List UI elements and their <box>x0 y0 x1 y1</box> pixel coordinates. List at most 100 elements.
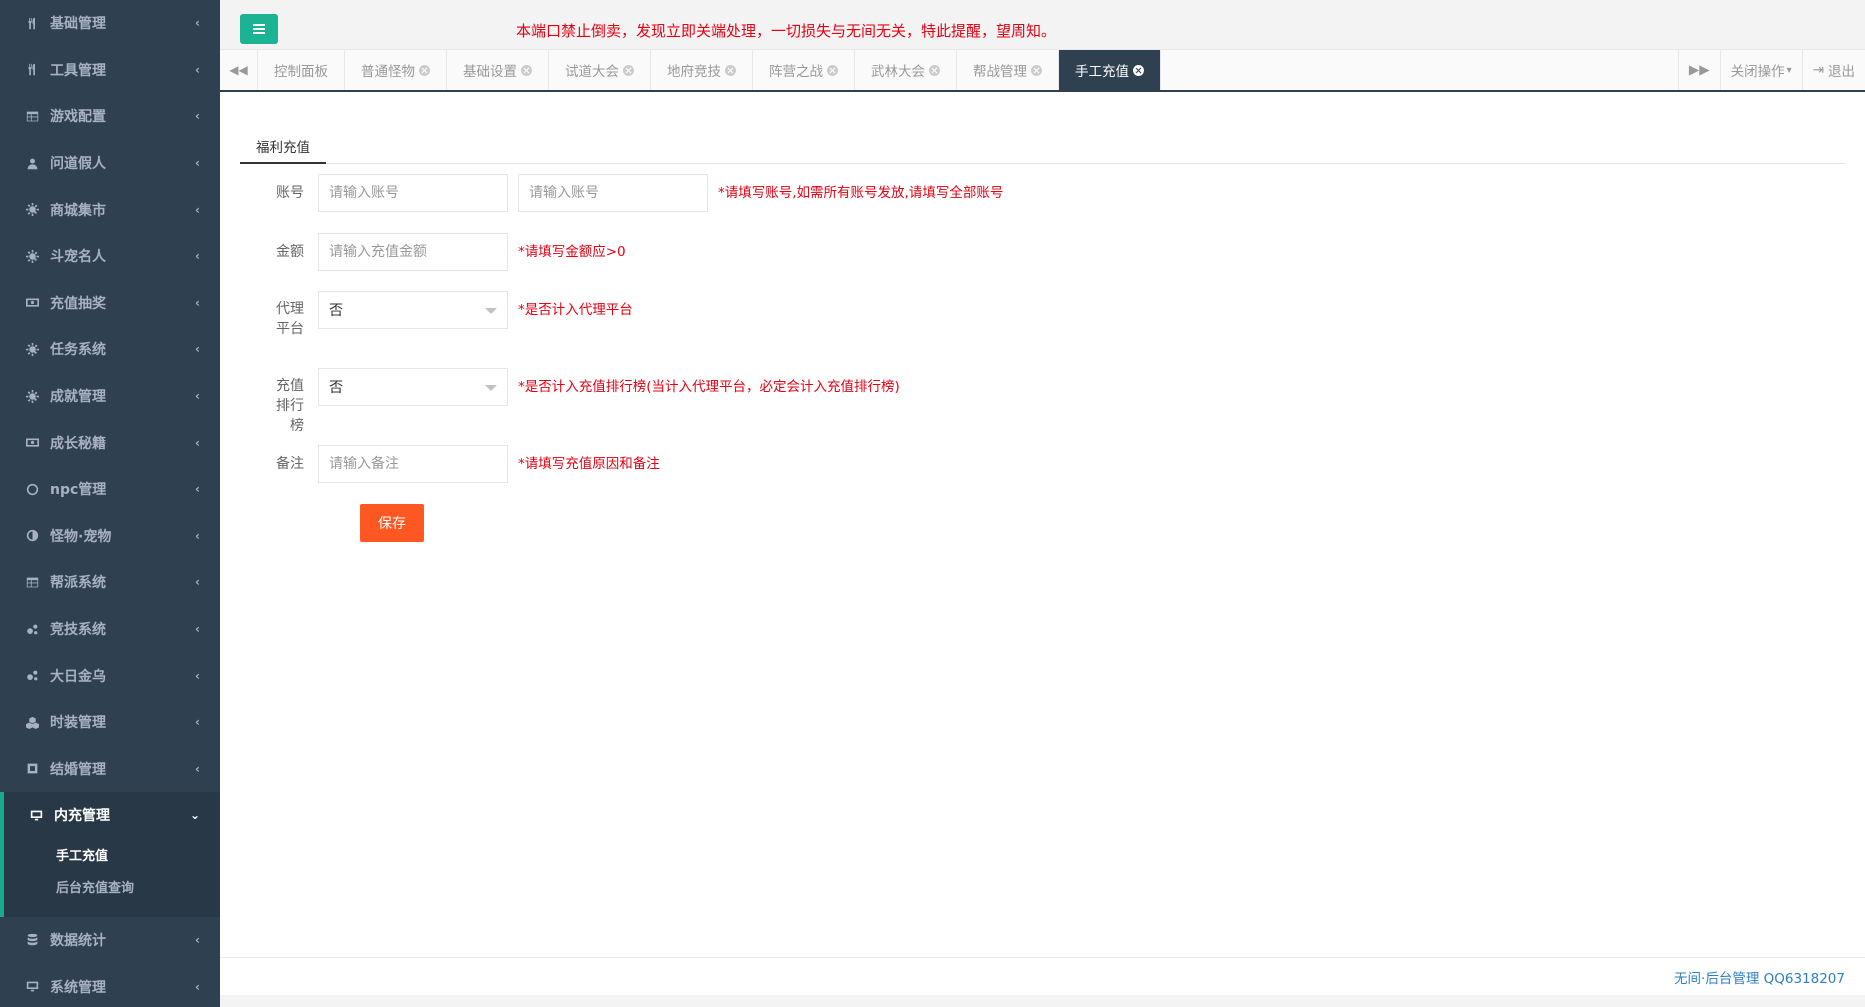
sidebar-item-recharge-management[interactable]: 内充管理 ⌄ <box>4 792 220 839</box>
sidebar-item-main-0[interactable]: 基础管理 ‹ <box>0 0 220 47</box>
footer-strip <box>220 995 1865 1007</box>
user-icon <box>24 155 40 171</box>
money-icon <box>24 295 40 311</box>
sidebar-item-label: 数据统计 <box>50 932 106 949</box>
money-icon <box>24 435 40 451</box>
chevron-left-icon: ‹ <box>195 715 200 730</box>
nav-list: 基础管理 ‹ 工具管理 ‹ 游戏配置 ‹ 问道假人 ‹ 商城集市 ‹ 斗宠名人 ‹ 充值抽奖 ‹ 任务系统 ‹… <box>0 0 220 792</box>
gears-icon <box>24 621 40 637</box>
sidebar-item-main-9[interactable]: 成长秘籍 ‹ <box>0 419 220 466</box>
sidebar-item-main-8[interactable]: 成就管理 ‹ <box>0 373 220 420</box>
rank-select-value: 否 <box>329 380 343 396</box>
tab-3[interactable]: 试道大会 <box>549 50 651 90</box>
cubes-icon <box>24 714 40 730</box>
menu-toggle-button[interactable] <box>240 14 278 44</box>
sidebar-item-main-2[interactable]: 游戏配置 ‹ <box>0 93 220 140</box>
chevron-left-icon: ‹ <box>195 342 200 357</box>
amount-input[interactable] <box>318 233 508 271</box>
sidebar-item-label: 工具管理 <box>50 62 106 79</box>
sidebar-item-main-5[interactable]: 斗宠名人 ‹ <box>0 233 220 280</box>
close-tab-icon[interactable] <box>1031 64 1042 76</box>
submenu-item-manual-recharge[interactable]: 手工充值 <box>4 839 220 871</box>
tab-label: 地府竞技 <box>667 64 721 80</box>
chevron-left-icon: ‹ <box>195 435 200 450</box>
chevron-left-icon: ‹ <box>195 156 200 171</box>
main-content: 福利充值 账号 *请填写账号,如需所有账号发放,请填写全部账号 金额 *请填写金… <box>220 92 1865 957</box>
table-icon <box>24 574 40 590</box>
chevron-left-icon: ‹ <box>195 295 200 310</box>
chevron-left-icon: ‹ <box>195 761 200 776</box>
sidebar-item-label: 充值抽奖 <box>50 295 106 312</box>
sidebar-item-main-13[interactable]: 竞技系统 ‹ <box>0 606 220 653</box>
tab-label: 武林大会 <box>871 64 925 80</box>
close-tab-icon[interactable] <box>725 64 736 76</box>
close-tab-icon[interactable] <box>827 64 838 76</box>
sidebar-item-label: 大日金乌 <box>50 668 106 685</box>
chevron-left-icon: ‹ <box>195 575 200 590</box>
chevron-left-icon: ‹ <box>195 202 200 217</box>
tab-bar-actions: ▶▶ 关闭操作 ▾ ⇥ 退出 <box>1677 50 1865 90</box>
remark-row: 备注 *请填写充值原因和备注 <box>220 445 660 483</box>
tab-6[interactable]: 武林大会 <box>855 50 957 90</box>
sidebar-item-main-4[interactable]: 商城集市 ‹ <box>0 186 220 233</box>
tab-1[interactable]: 普通怪物 <box>345 50 447 90</box>
tab-label: 基础设置 <box>463 64 517 80</box>
close-ops-dropdown[interactable]: 关闭操作 ▾ <box>1719 50 1802 90</box>
sidebar-item-main-15[interactable]: 时装管理 ‹ <box>0 699 220 746</box>
sidebar-item-main-7[interactable]: 任务系统 ‹ <box>0 326 220 373</box>
sidebar-item-main-10[interactable]: npc管理 ‹ <box>0 466 220 513</box>
close-tab-icon[interactable] <box>521 64 532 76</box>
close-tab-icon[interactable] <box>623 64 634 76</box>
tab-4[interactable]: 地府竞技 <box>651 50 753 90</box>
tab-5[interactable]: 阵营之战 <box>753 50 855 90</box>
remark-input[interactable] <box>318 445 508 483</box>
sidebar-item-label: 成就管理 <box>50 389 106 406</box>
chevron-left-icon: ‹ <box>195 979 200 994</box>
chevron-left-icon: ‹ <box>195 16 200 31</box>
agent-row: 代理平台 否 *是否计入代理平台 <box>220 291 633 339</box>
logout-button[interactable]: ⇥ 退出 <box>1801 50 1865 90</box>
close-tab-icon[interactable] <box>419 64 430 76</box>
chevron-left-icon: ‹ <box>195 62 200 77</box>
sidebar-item-main-6[interactable]: 充值抽奖 ‹ <box>0 280 220 327</box>
account-row: 账号 *请填写账号,如需所有账号发放,请填写全部账号 <box>220 174 1003 212</box>
sidebar-item-main-14[interactable]: 大日金乌 ‹ <box>0 652 220 699</box>
chevron-left-icon: ‹ <box>195 109 200 124</box>
tab-scroll-right-button[interactable]: ▶▶ <box>1677 50 1720 90</box>
sidebar-item-bottom-1[interactable]: 系统管理 ‹ <box>0 963 220 1007</box>
account-input-2[interactable] <box>518 174 708 212</box>
sidebar-item-main-16[interactable]: 结婚管理 ‹ <box>0 746 220 793</box>
sidebar: 基础管理 ‹ 工具管理 ‹ 游戏配置 ‹ 问道假人 ‹ 商城集市 ‹ 斗宠名人 ‹ 充值抽奖 ‹ 任务系统 ‹… <box>0 0 220 1007</box>
chevron-down-icon: ⌄ <box>189 808 200 823</box>
sidebar-item-main-12[interactable]: 帮派系统 ‹ <box>0 559 220 606</box>
sidebar-item-main-11[interactable]: 怪物·宠物 ‹ <box>0 513 220 560</box>
tab-0[interactable]: 控制面板 <box>258 50 345 90</box>
sidebar-item-main-1[interactable]: 工具管理 ‹ <box>0 47 220 94</box>
sidebar-item-bottom-0[interactable]: 数据统计 ‹ <box>0 917 220 964</box>
close-tab-icon[interactable] <box>1133 64 1144 76</box>
sidebar-item-label: 斗宠名人 <box>50 249 106 266</box>
sign-out-icon: ⇥ <box>1812 62 1824 78</box>
sidebar-item-label: 基础管理 <box>50 16 106 33</box>
rank-label: 充值排行榜 <box>276 378 304 434</box>
chevron-left-icon: ‹ <box>195 249 200 264</box>
logout-label: 退出 <box>1828 64 1855 80</box>
tab-8[interactable]: 手工充值 <box>1059 50 1161 90</box>
close-tab-icon[interactable] <box>929 64 940 76</box>
sidebar-item-main-3[interactable]: 问道假人 ‹ <box>0 140 220 187</box>
form-tabs: 福利充值 <box>240 130 1845 164</box>
circle-icon <box>24 481 40 497</box>
desktop-icon <box>24 979 40 995</box>
tab-scroll-left-button[interactable]: ◀◀ <box>220 50 258 90</box>
caret-down-icon <box>485 308 497 314</box>
tab-welfare-recharge[interactable]: 福利充值 <box>240 130 326 164</box>
rank-select[interactable]: 否 <box>318 368 508 406</box>
submenu-item-recharge-query[interactable]: 后台充值查询 <box>4 871 220 903</box>
sidebar-item-active-group: 内充管理 ⌄ 手工充值 后台充值查询 <box>0 792 220 917</box>
account-input[interactable] <box>318 174 508 212</box>
save-button[interactable]: 保存 <box>360 504 424 542</box>
tab-2[interactable]: 基础设置 <box>447 50 549 90</box>
tab-7[interactable]: 帮战管理 <box>957 50 1059 90</box>
agent-select[interactable]: 否 <box>318 291 508 329</box>
caret-down-icon <box>485 385 497 391</box>
